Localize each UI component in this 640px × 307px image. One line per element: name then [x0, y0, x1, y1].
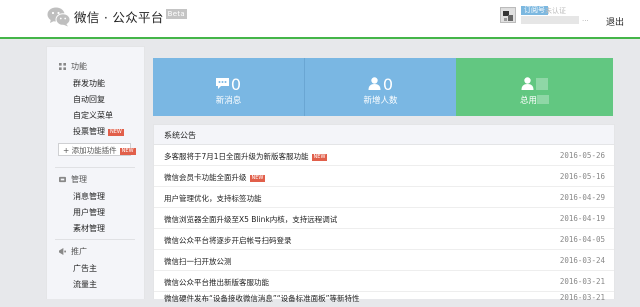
total-users-label: 总用	[456, 94, 613, 106]
system-notices: 系统公告 多客服将于7月1日全面升级为新版客服功能 NEW 2016-05-26 …	[153, 124, 615, 303]
blurred-text	[537, 95, 549, 104]
notice-date: 2016-03-21	[559, 277, 605, 286]
notice-title: 多客服将于7月1日全面升级为新版客服功能 NEW	[164, 152, 328, 161]
notice-title: 用户管理优化，支持标签功能	[164, 194, 262, 203]
notice-date: 2016-04-05	[559, 235, 605, 244]
sidebar-item-messages[interactable]: 消息管理	[73, 191, 105, 202]
stats-panel: 0 新消息 0 新增人数 总用	[153, 58, 613, 116]
divider	[55, 239, 135, 240]
notice-date: 2016-04-19	[559, 214, 605, 223]
beta-badge: Beta	[165, 9, 187, 19]
new-badge: NEW	[119, 148, 136, 155]
logout-link[interactable]: 退出	[606, 15, 624, 28]
notice-row[interactable]: 微信公众平台将逐步开启帐号扫码登录 2016-04-05	[154, 229, 614, 250]
sidebar-section-function: 功能	[59, 61, 87, 72]
notice-date: 2016-05-26	[559, 151, 605, 160]
notice-row[interactable]: 微信扫一扫开放公测 2016-03-24	[154, 250, 614, 271]
notice-date: 2016-05-16	[559, 172, 605, 181]
new-messages-label: 新消息	[215, 96, 242, 106]
sidebar-item-materials[interactable]: 素材管理	[73, 223, 105, 234]
notice-row[interactable]: 微信会员卡功能全面升级 NEW 2016-05-16	[154, 166, 614, 187]
new-badge: NEW	[108, 129, 124, 136]
new-users-count: 0	[382, 75, 394, 94]
user-icon	[368, 77, 381, 90]
message-icon	[215, 78, 229, 89]
user-icon	[521, 77, 534, 90]
account-more: ...	[582, 15, 589, 23]
function-icon	[59, 63, 66, 70]
sidebar-item-vote[interactable]: 投票管理 NEW	[73, 126, 124, 137]
sidebar-item-auto-reply[interactable]: 自动回复	[73, 94, 105, 105]
add-plugin-button[interactable]: + 添加功能插件 NEW	[58, 143, 136, 156]
total-users-count-blurred	[536, 78, 548, 90]
account-type-badge: 订阅号	[521, 6, 548, 15]
notice-row[interactable]: 微信硬件发布“设备接收微信消息”“设备标准面板”等新特性 2016-03-21	[154, 287, 614, 307]
notice-row[interactable]: 多客服将于7月1日全面升级为新版客服功能 NEW 2016-05-26	[154, 145, 614, 166]
notices-header: 系统公告	[154, 125, 614, 145]
sidebar-item-mass-send[interactable]: 群发功能	[73, 78, 105, 89]
promote-icon	[59, 248, 66, 255]
avatar[interactable]	[500, 7, 516, 23]
notices-title: 系统公告	[164, 131, 196, 140]
account-status-badge: 未认证	[545, 7, 566, 15]
new-messages-card[interactable]: 0 新消息	[153, 58, 304, 116]
new-badge: NEW	[249, 175, 266, 182]
account-name-blurred[interactable]	[521, 16, 579, 24]
notice-row[interactable]: 用户管理优化，支持标签功能 2016-04-29	[154, 187, 614, 208]
new-users-label: 新增人数	[363, 96, 398, 106]
new-messages-count: 0	[230, 75, 242, 94]
divider	[55, 167, 135, 168]
notice-title: 微信浏览器全面升级至X5 Blink内核，支持远程调试	[164, 215, 338, 224]
notice-title: 微信公众平台将逐步开启帐号扫码登录	[164, 236, 292, 245]
sidebar-item-advertiser[interactable]: 广告主	[73, 263, 97, 274]
notice-date: 2016-04-29	[559, 193, 605, 202]
manage-icon	[59, 176, 66, 183]
notice-title: 微信扫一扫开放公测	[164, 257, 232, 266]
sidebar: 功能 群发功能 自动回复 自定义菜单 投票管理 NEW + 添加功能插件 NEW 管…	[46, 46, 145, 299]
notice-row[interactable]: 微信浏览器全面升级至X5 Blink内核，支持远程调试 2016-04-19	[154, 208, 614, 229]
brand-text: 微信 · 公众平台	[74, 10, 164, 25]
sidebar-section-promote: 推广	[59, 246, 87, 257]
notice-title: 微信硬件发布“设备接收微信消息”“设备标准面板”等新特性	[164, 294, 360, 303]
notice-date: 2016-03-24	[559, 256, 605, 265]
notice-title: 微信会员卡功能全面升级 NEW	[164, 173, 266, 182]
new-badge: NEW	[311, 154, 328, 161]
new-users-card[interactable]: 0 新增人数	[304, 58, 456, 116]
sidebar-section-manage: 管理	[59, 174, 87, 185]
sidebar-item-publisher[interactable]: 流量主	[73, 279, 97, 290]
total-users-card[interactable]: 总用	[456, 58, 613, 116]
top-bar: 微信 · 公众平台 Beta 订阅号 未认证 ... 退出	[0, 0, 640, 39]
sidebar-item-label: 投票管理	[73, 127, 105, 136]
sidebar-item-users[interactable]: 用户管理	[73, 207, 105, 218]
page-title: 微信 · 公众平台 Beta	[74, 7, 187, 26]
sidebar-item-custom-menu[interactable]: 自定义菜单	[73, 110, 113, 121]
wechat-logo-icon[interactable]	[47, 6, 71, 28]
